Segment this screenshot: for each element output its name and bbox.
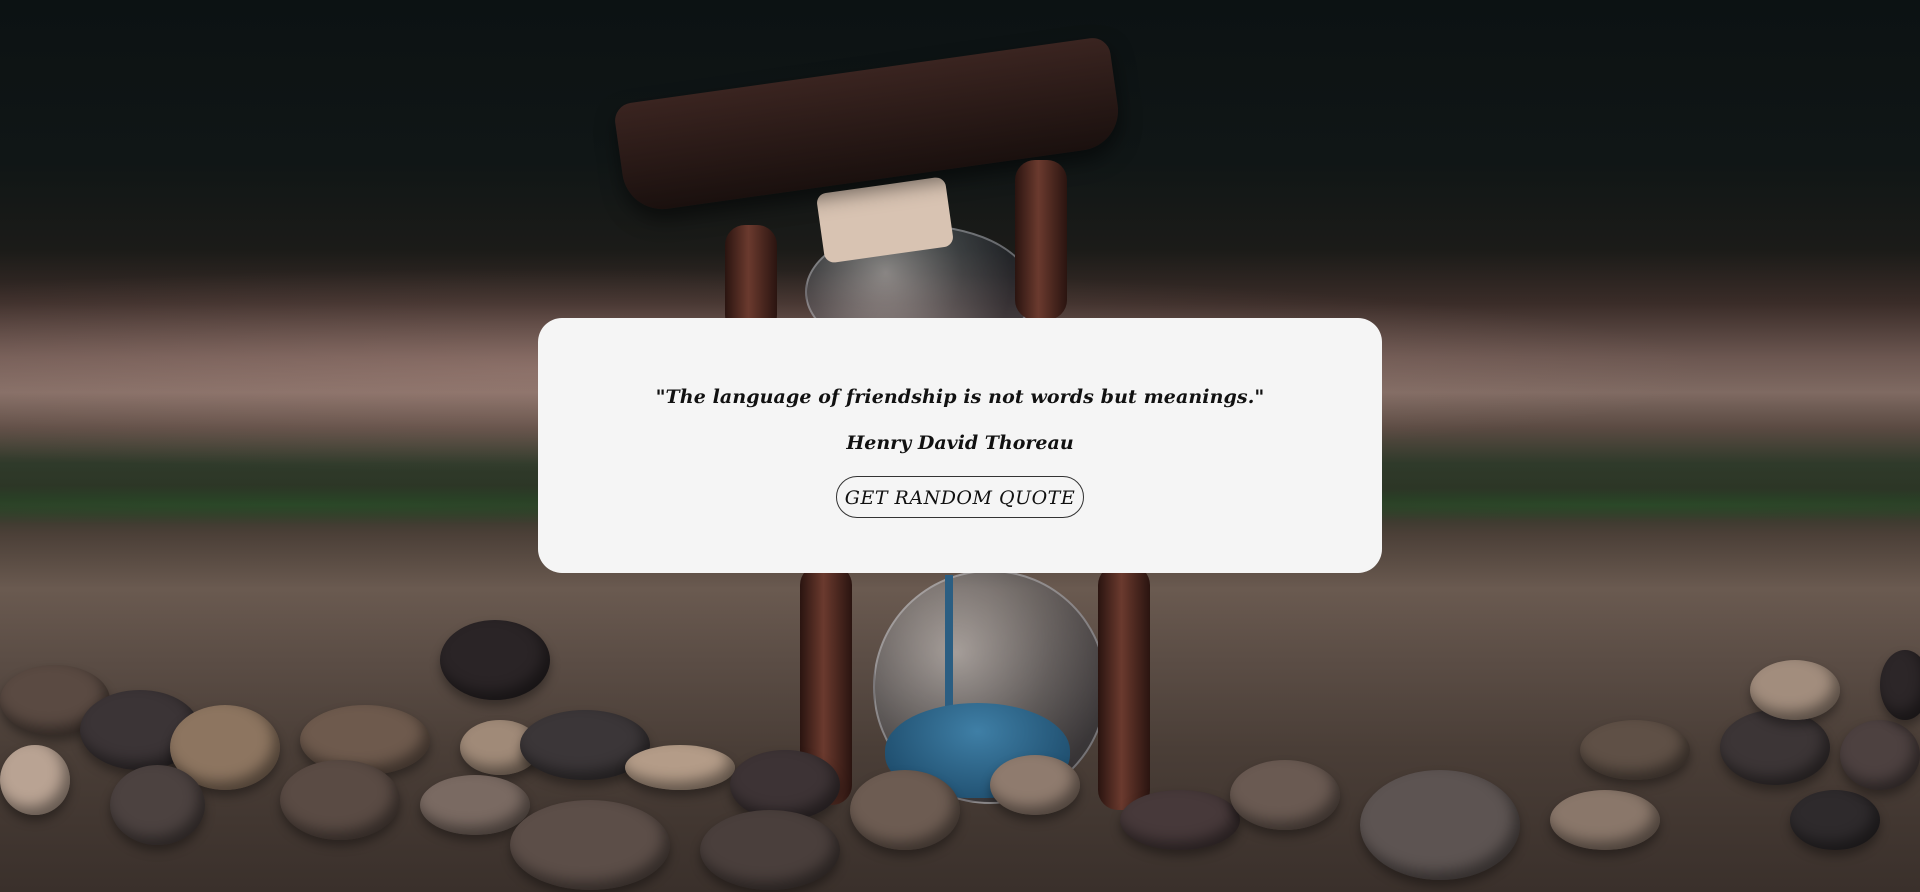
- pebble: [990, 755, 1080, 815]
- pebble: [1230, 760, 1340, 830]
- pebble: [1360, 770, 1520, 880]
- quote-text: "The language of friendship is not words…: [655, 386, 1265, 408]
- get-random-quote-button[interactable]: GET RANDOM QUOTE: [836, 476, 1084, 518]
- pebble: [1790, 790, 1880, 850]
- pebble: [1880, 650, 1920, 720]
- pebble: [1840, 720, 1920, 790]
- pebble: [440, 620, 550, 700]
- hourglass-sand-stream: [945, 575, 953, 710]
- pebble: [850, 770, 960, 850]
- pebble: [625, 745, 735, 790]
- pebble: [510, 800, 670, 890]
- pebble: [420, 775, 530, 835]
- quote-author: Henry David Thoreau: [846, 432, 1074, 454]
- pebble: [0, 745, 70, 815]
- pebble: [1120, 790, 1240, 850]
- pebble: [1720, 710, 1830, 785]
- pebble: [700, 810, 840, 890]
- pebble: [1550, 790, 1660, 850]
- pebble: [280, 760, 400, 840]
- hourglass-post-right-lower: [1098, 565, 1150, 810]
- pebble: [110, 765, 205, 845]
- hourglass-post-right-upper: [1015, 160, 1067, 320]
- pebble: [730, 750, 840, 820]
- pebble: [1750, 660, 1840, 720]
- quote-card: "The language of friendship is not words…: [538, 318, 1382, 573]
- pebble: [1580, 720, 1690, 780]
